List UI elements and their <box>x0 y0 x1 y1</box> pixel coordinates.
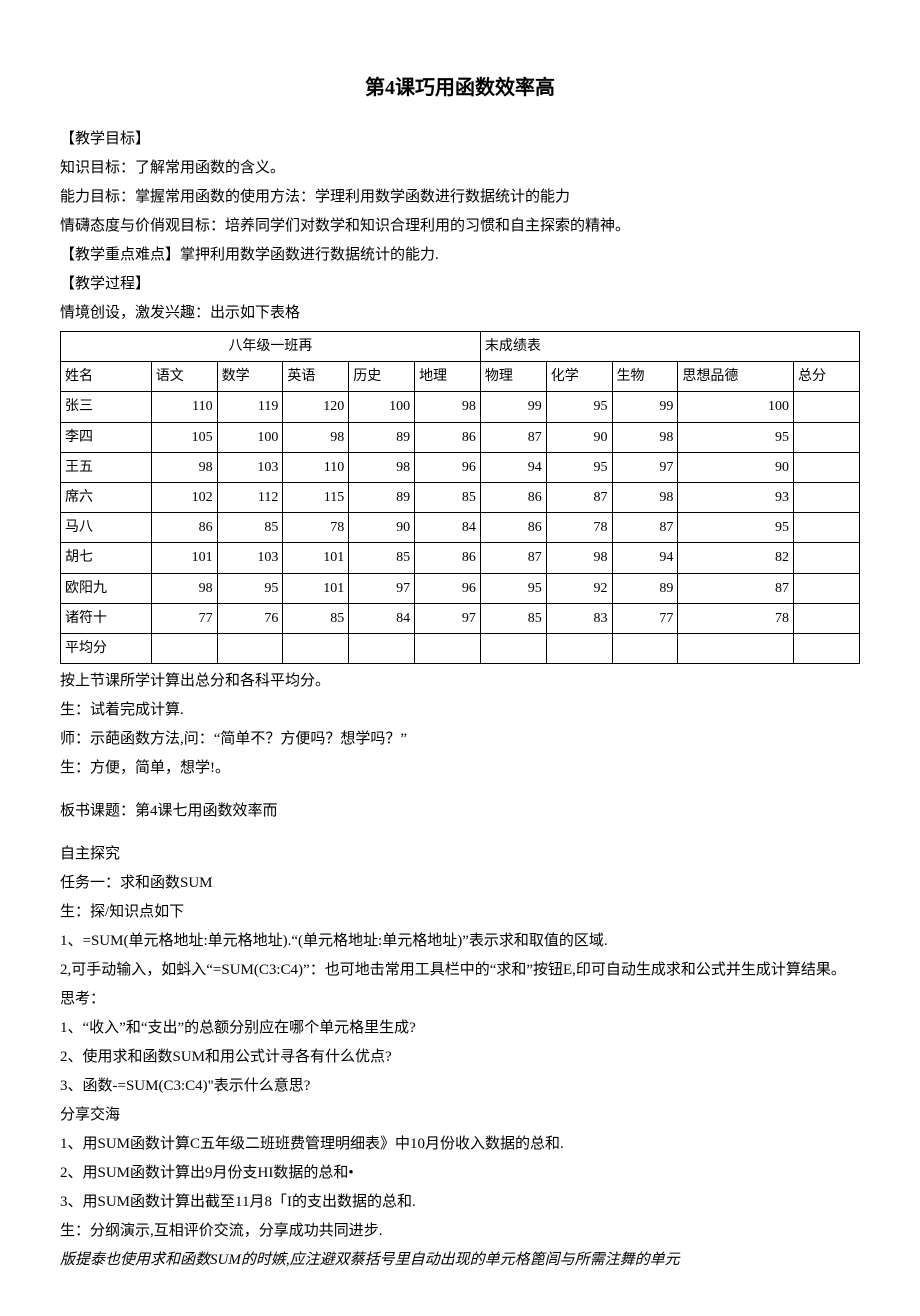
share-3: 3、用SUM函数计算出截至11月8「I的支出数据的总和. <box>60 1189 860 1216</box>
col-history: 历史 <box>349 362 415 392</box>
think-2: 2、使用求和函数SUM和用公式计寻各有什么优点? <box>60 1044 860 1071</box>
teacher-demo: 师：示葩函数方法,问：“简单不？方便吗？想学吗？” <box>60 726 860 753</box>
col-name: 姓名 <box>61 362 152 392</box>
section-keypoints: 【教学重点难点】掌押利用数学函数进行数据统计的能力. <box>60 242 860 269</box>
table-header-row: 姓名 语文 数学 英语 历史 地理 物理 化学 生物 思想品德 总分 <box>61 362 860 392</box>
point-1: 1、=SUM(单元格地址:单元格地址).“(单元格地址:单元格地址)”表示求和取… <box>60 928 860 955</box>
tip-note: 版提泰也使用求和函数SUM的时嫉,应注避双蔡括号里自动出现的单元格篦闾与所需注舞… <box>60 1247 860 1274</box>
col-chinese: 语文 <box>151 362 217 392</box>
student-explore: 生：探/知识点如下 <box>60 899 860 926</box>
think: 思考： <box>60 986 860 1013</box>
share: 分享交海 <box>60 1102 860 1129</box>
score-table: 八年级一班再 末成绩表 姓名 语文 数学 英语 历史 地理 物理 化学 生物 思… <box>60 331 860 664</box>
share-2: 2、用SUM函数计算出9月份支HI数据的总和• <box>60 1160 860 1187</box>
instruction-calc: 按上节课所学计算出总分和各科平均分。 <box>60 668 860 695</box>
task-one: 任务一：求和函数SUM <box>60 870 860 897</box>
section-process: 【教学过程】 <box>60 271 860 298</box>
table-row: 诸符十 77 76 85 84 97 85 83 77 78 <box>61 603 860 633</box>
col-geography: 地理 <box>415 362 481 392</box>
goal-knowledge: 知识目标：了解常用函数的含义。 <box>60 155 860 182</box>
table-title-right: 末成绩表 <box>480 332 859 362</box>
intro-context: 情境创设，激发兴趣：出示如下表格 <box>60 300 860 327</box>
table-row: 欧阳九 98 95 101 97 96 95 92 89 87 <box>61 573 860 603</box>
board-title: 板书课题：第4课七用函数效率而 <box>60 798 860 825</box>
student-present: 生：分纲演示,互相评价交流，分享成功共同进步. <box>60 1218 860 1245</box>
table-row: 李四 105 100 98 89 86 87 90 98 95 <box>61 422 860 452</box>
student-try: 生：试着完成计算. <box>60 697 860 724</box>
table-row: 席六 102 112 115 89 85 86 87 98 93 <box>61 482 860 512</box>
page-title: 第4课巧用函数效率高 <box>60 70 860 106</box>
col-biology: 生物 <box>612 362 678 392</box>
col-total: 总分 <box>794 362 860 392</box>
section-goals: 【教学目标】 <box>60 126 860 153</box>
point-2: 2,可手动输入，如蚪入“=SUM(C3:C4)”：也可地击常用工具栏中的“求和”… <box>60 957 860 984</box>
table-row: 马八 86 85 78 90 84 86 78 87 95 <box>61 513 860 543</box>
self-explore: 自主探究 <box>60 841 860 868</box>
col-physics: 物理 <box>480 362 546 392</box>
table-row-average: 平均分 <box>61 633 860 663</box>
col-math: 数学 <box>217 362 283 392</box>
table-row: 张三 110 119 120 100 98 99 95 99 100 <box>61 392 860 422</box>
goal-attitude: 情礴态度与价俏观目标：培养同学们对数学和知识合理利用的习惯和自主探索的精神。 <box>60 213 860 240</box>
goal-ability: 能力目标：掌握常用函数的使用方法：学理利用数学函数进行数据统计的能力 <box>60 184 860 211</box>
col-chemistry: 化学 <box>546 362 612 392</box>
think-3: 3、函数-=SUM(C3:C4)"表示什么意思? <box>60 1073 860 1100</box>
student-reply: 生：方便，简单，想学!。 <box>60 755 860 782</box>
col-politics: 思想品德 <box>678 362 794 392</box>
col-english: 英语 <box>283 362 349 392</box>
table-row: 王五 98 103 110 98 96 94 95 97 90 <box>61 452 860 482</box>
table-row: 胡七 101 103 101 85 86 87 98 94 82 <box>61 543 860 573</box>
think-1: 1、“收入”和“支出”的总额分别应在哪个单元格里生成? <box>60 1015 860 1042</box>
share-1: 1、用SUM函数计算C五年级二班班费管理明细表》中10月份收入数据的总和. <box>60 1131 860 1158</box>
table-title-left: 八年级一班再 <box>61 332 481 362</box>
table-title-row: 八年级一班再 末成绩表 <box>61 332 860 362</box>
